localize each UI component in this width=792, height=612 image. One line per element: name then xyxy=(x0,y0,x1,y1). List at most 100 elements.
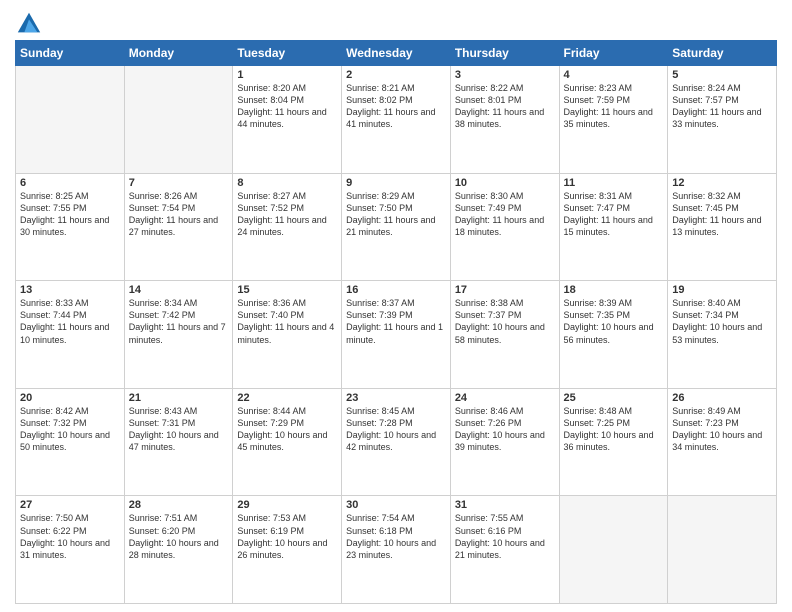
calendar-header-saturday: Saturday xyxy=(668,41,777,66)
day-number: 16 xyxy=(346,284,446,296)
day-number: 1 xyxy=(237,69,337,81)
day-number: 31 xyxy=(455,499,555,511)
calendar-cell: 18Sunrise: 8:39 AM Sunset: 7:35 PM Dayli… xyxy=(559,281,668,389)
day-info: Sunrise: 8:32 AM Sunset: 7:45 PM Dayligh… xyxy=(672,190,772,239)
calendar-header-thursday: Thursday xyxy=(450,41,559,66)
calendar-week-5: 27Sunrise: 7:50 AM Sunset: 6:22 PM Dayli… xyxy=(16,496,777,604)
day-number: 15 xyxy=(237,284,337,296)
day-number: 7 xyxy=(129,177,229,189)
day-info: Sunrise: 8:26 AM Sunset: 7:54 PM Dayligh… xyxy=(129,190,229,239)
calendar-cell: 29Sunrise: 7:53 AM Sunset: 6:19 PM Dayli… xyxy=(233,496,342,604)
calendar-cell xyxy=(668,496,777,604)
calendar-cell: 7Sunrise: 8:26 AM Sunset: 7:54 PM Daylig… xyxy=(124,173,233,281)
day-info: Sunrise: 8:48 AM Sunset: 7:25 PM Dayligh… xyxy=(564,405,664,454)
calendar-header-sunday: Sunday xyxy=(16,41,125,66)
day-number: 12 xyxy=(672,177,772,189)
day-info: Sunrise: 8:38 AM Sunset: 7:37 PM Dayligh… xyxy=(455,297,555,346)
calendar-cell: 20Sunrise: 8:42 AM Sunset: 7:32 PM Dayli… xyxy=(16,388,125,496)
day-info: Sunrise: 8:43 AM Sunset: 7:31 PM Dayligh… xyxy=(129,405,229,454)
logo xyxy=(15,10,47,38)
day-info: Sunrise: 8:44 AM Sunset: 7:29 PM Dayligh… xyxy=(237,405,337,454)
day-info: Sunrise: 8:39 AM Sunset: 7:35 PM Dayligh… xyxy=(564,297,664,346)
day-number: 20 xyxy=(20,392,120,404)
day-number: 3 xyxy=(455,69,555,81)
day-number: 4 xyxy=(564,69,664,81)
day-number: 22 xyxy=(237,392,337,404)
calendar-cell xyxy=(124,66,233,174)
calendar-header-friday: Friday xyxy=(559,41,668,66)
calendar-cell: 28Sunrise: 7:51 AM Sunset: 6:20 PM Dayli… xyxy=(124,496,233,604)
day-info: Sunrise: 7:53 AM Sunset: 6:19 PM Dayligh… xyxy=(237,512,337,561)
calendar-cell: 14Sunrise: 8:34 AM Sunset: 7:42 PM Dayli… xyxy=(124,281,233,389)
calendar-cell: 24Sunrise: 8:46 AM Sunset: 7:26 PM Dayli… xyxy=(450,388,559,496)
day-info: Sunrise: 7:54 AM Sunset: 6:18 PM Dayligh… xyxy=(346,512,446,561)
calendar-week-1: 1Sunrise: 8:20 AM Sunset: 8:04 PM Daylig… xyxy=(16,66,777,174)
calendar-cell: 1Sunrise: 8:20 AM Sunset: 8:04 PM Daylig… xyxy=(233,66,342,174)
day-info: Sunrise: 8:25 AM Sunset: 7:55 PM Dayligh… xyxy=(20,190,120,239)
day-info: Sunrise: 8:33 AM Sunset: 7:44 PM Dayligh… xyxy=(20,297,120,346)
day-info: Sunrise: 8:29 AM Sunset: 7:50 PM Dayligh… xyxy=(346,190,446,239)
day-number: 27 xyxy=(20,499,120,511)
day-info: Sunrise: 8:34 AM Sunset: 7:42 PM Dayligh… xyxy=(129,297,229,346)
calendar-cell: 22Sunrise: 8:44 AM Sunset: 7:29 PM Dayli… xyxy=(233,388,342,496)
day-number: 9 xyxy=(346,177,446,189)
day-number: 29 xyxy=(237,499,337,511)
day-info: Sunrise: 8:46 AM Sunset: 7:26 PM Dayligh… xyxy=(455,405,555,454)
calendar-cell: 2Sunrise: 8:21 AM Sunset: 8:02 PM Daylig… xyxy=(342,66,451,174)
day-info: Sunrise: 8:24 AM Sunset: 7:57 PM Dayligh… xyxy=(672,82,772,131)
day-info: Sunrise: 7:55 AM Sunset: 6:16 PM Dayligh… xyxy=(455,512,555,561)
calendar-table: SundayMondayTuesdayWednesdayThursdayFrid… xyxy=(15,40,777,604)
calendar-cell: 26Sunrise: 8:49 AM Sunset: 7:23 PM Dayli… xyxy=(668,388,777,496)
day-info: Sunrise: 8:27 AM Sunset: 7:52 PM Dayligh… xyxy=(237,190,337,239)
day-info: Sunrise: 8:23 AM Sunset: 7:59 PM Dayligh… xyxy=(564,82,664,131)
calendar-header-row: SundayMondayTuesdayWednesdayThursdayFrid… xyxy=(16,41,777,66)
day-info: Sunrise: 8:40 AM Sunset: 7:34 PM Dayligh… xyxy=(672,297,772,346)
calendar-cell: 25Sunrise: 8:48 AM Sunset: 7:25 PM Dayli… xyxy=(559,388,668,496)
day-number: 18 xyxy=(564,284,664,296)
calendar-cell: 3Sunrise: 8:22 AM Sunset: 8:01 PM Daylig… xyxy=(450,66,559,174)
day-number: 17 xyxy=(455,284,555,296)
calendar-cell: 21Sunrise: 8:43 AM Sunset: 7:31 PM Dayli… xyxy=(124,388,233,496)
day-info: Sunrise: 8:36 AM Sunset: 7:40 PM Dayligh… xyxy=(237,297,337,346)
day-number: 2 xyxy=(346,69,446,81)
day-info: Sunrise: 7:50 AM Sunset: 6:22 PM Dayligh… xyxy=(20,512,120,561)
calendar-cell: 30Sunrise: 7:54 AM Sunset: 6:18 PM Dayli… xyxy=(342,496,451,604)
calendar-cell: 9Sunrise: 8:29 AM Sunset: 7:50 PM Daylig… xyxy=(342,173,451,281)
day-number: 14 xyxy=(129,284,229,296)
calendar-header-tuesday: Tuesday xyxy=(233,41,342,66)
logo-icon xyxy=(15,10,43,38)
calendar-cell: 5Sunrise: 8:24 AM Sunset: 7:57 PM Daylig… xyxy=(668,66,777,174)
day-info: Sunrise: 8:45 AM Sunset: 7:28 PM Dayligh… xyxy=(346,405,446,454)
day-number: 11 xyxy=(564,177,664,189)
calendar-header-wednesday: Wednesday xyxy=(342,41,451,66)
day-number: 10 xyxy=(455,177,555,189)
calendar-cell: 12Sunrise: 8:32 AM Sunset: 7:45 PM Dayli… xyxy=(668,173,777,281)
calendar-week-3: 13Sunrise: 8:33 AM Sunset: 7:44 PM Dayli… xyxy=(16,281,777,389)
calendar-cell: 13Sunrise: 8:33 AM Sunset: 7:44 PM Dayli… xyxy=(16,281,125,389)
calendar-cell: 6Sunrise: 8:25 AM Sunset: 7:55 PM Daylig… xyxy=(16,173,125,281)
calendar-cell: 17Sunrise: 8:38 AM Sunset: 7:37 PM Dayli… xyxy=(450,281,559,389)
day-number: 30 xyxy=(346,499,446,511)
day-number: 13 xyxy=(20,284,120,296)
calendar-cell: 19Sunrise: 8:40 AM Sunset: 7:34 PM Dayli… xyxy=(668,281,777,389)
calendar-cell: 11Sunrise: 8:31 AM Sunset: 7:47 PM Dayli… xyxy=(559,173,668,281)
calendar-cell xyxy=(16,66,125,174)
calendar-cell: 10Sunrise: 8:30 AM Sunset: 7:49 PM Dayli… xyxy=(450,173,559,281)
day-info: Sunrise: 8:42 AM Sunset: 7:32 PM Dayligh… xyxy=(20,405,120,454)
calendar-cell: 15Sunrise: 8:36 AM Sunset: 7:40 PM Dayli… xyxy=(233,281,342,389)
header xyxy=(15,10,777,38)
calendar-cell: 16Sunrise: 8:37 AM Sunset: 7:39 PM Dayli… xyxy=(342,281,451,389)
calendar-cell: 27Sunrise: 7:50 AM Sunset: 6:22 PM Dayli… xyxy=(16,496,125,604)
day-number: 28 xyxy=(129,499,229,511)
day-number: 26 xyxy=(672,392,772,404)
page: SundayMondayTuesdayWednesdayThursdayFrid… xyxy=(0,0,792,612)
day-number: 6 xyxy=(20,177,120,189)
day-info: Sunrise: 8:31 AM Sunset: 7:47 PM Dayligh… xyxy=(564,190,664,239)
day-number: 23 xyxy=(346,392,446,404)
day-info: Sunrise: 8:20 AM Sunset: 8:04 PM Dayligh… xyxy=(237,82,337,131)
calendar-cell: 4Sunrise: 8:23 AM Sunset: 7:59 PM Daylig… xyxy=(559,66,668,174)
day-number: 5 xyxy=(672,69,772,81)
day-info: Sunrise: 8:49 AM Sunset: 7:23 PM Dayligh… xyxy=(672,405,772,454)
day-number: 21 xyxy=(129,392,229,404)
calendar-week-4: 20Sunrise: 8:42 AM Sunset: 7:32 PM Dayli… xyxy=(16,388,777,496)
